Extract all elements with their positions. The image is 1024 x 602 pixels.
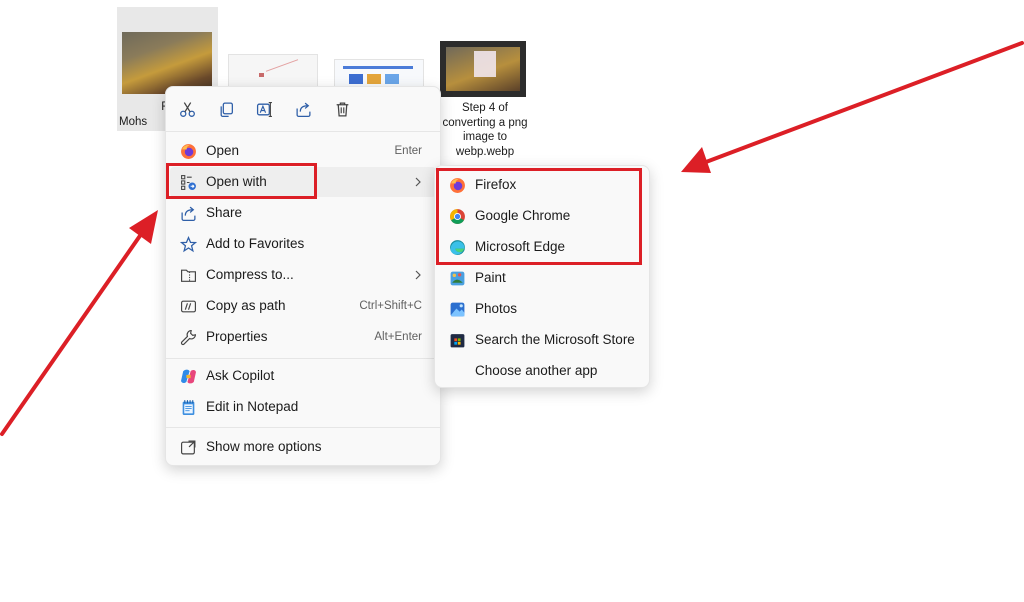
cut-icon	[179, 101, 195, 117]
wrench-icon	[180, 329, 197, 346]
arrow-to-open-with	[0, 210, 158, 436]
paint-icon	[450, 271, 465, 286]
menu-item-compress-to[interactable]: Compress to...	[170, 260, 436, 290]
delete-button[interactable]	[328, 95, 356, 123]
highlight-box-open-with	[166, 163, 317, 199]
menu-item-edit-in-notepad[interactable]: Edit in Notepad	[170, 392, 436, 422]
menu-item-ask-copilot[interactable]: Ask Copilot	[170, 361, 436, 391]
context-menu: Open Enter Open with Share Add to Favori…	[165, 86, 441, 466]
chevron-right-icon	[415, 270, 421, 280]
copy-path-icon	[181, 300, 196, 313]
chevron-right-icon	[415, 177, 421, 187]
file-thumbnail-webp[interactable]	[440, 41, 526, 97]
rename-icon	[256, 101, 272, 117]
copy-button[interactable]	[212, 95, 240, 123]
photos-icon	[450, 302, 465, 317]
more-options-icon	[181, 440, 196, 455]
highlight-box-browsers	[436, 168, 642, 265]
file-thumbnail-photo[interactable]	[122, 32, 212, 94]
share-icon	[181, 206, 196, 222]
notepad-icon	[182, 400, 195, 415]
copy-icon	[220, 101, 233, 117]
store-icon	[450, 334, 465, 348]
share-button[interactable]	[289, 95, 317, 123]
menu-item-copy-as-path[interactable]: Copy as path Ctrl+Shift+C	[170, 291, 436, 321]
context-menu-toolbar	[166, 95, 440, 123]
arrow-to-browsers	[681, 41, 1024, 173]
copilot-icon	[181, 369, 196, 384]
menu-item-add-to-favorites[interactable]: Add to Favorites	[170, 229, 436, 259]
cut-button[interactable]	[173, 95, 201, 123]
star-icon	[180, 236, 197, 253]
menu-item-share[interactable]: Share	[170, 198, 436, 228]
menu-item-show-more-options[interactable]: Show more options	[170, 432, 436, 462]
submenu-item-choose-another-app[interactable]: Choose another app	[439, 356, 645, 386]
submenu-item-paint[interactable]: Paint	[439, 263, 645, 293]
share-icon	[295, 102, 311, 117]
firefox-icon	[181, 144, 196, 159]
menu-item-open[interactable]: Open Enter	[170, 136, 436, 166]
submenu-item-photos[interactable]: Photos	[439, 294, 645, 324]
menu-item-properties[interactable]: Properties Alt+Enter	[170, 322, 436, 352]
delete-icon	[336, 101, 348, 117]
webp-file-name: Step 4 of converting a png image to webp…	[442, 102, 528, 158]
submenu-item-search-microsoft-store[interactable]: Search the Microsoft Store	[439, 325, 645, 355]
rename-button[interactable]	[250, 95, 278, 123]
folder-zip-icon	[181, 269, 196, 282]
